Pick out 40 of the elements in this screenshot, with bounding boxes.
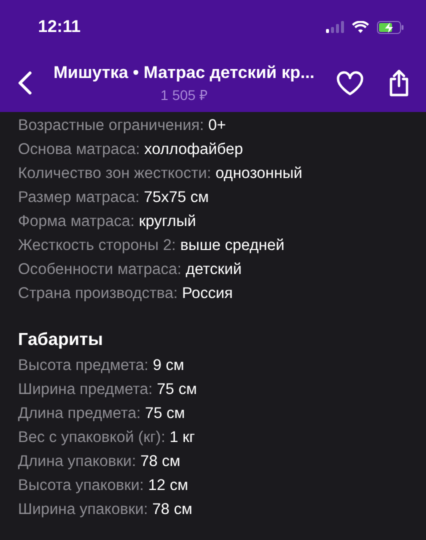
spec-label: Размер матраса: <box>18 189 140 206</box>
spec-label: Ширина предмета: <box>18 381 153 398</box>
spec-value: Россия <box>182 285 233 302</box>
wifi-icon <box>352 21 369 33</box>
spec-label: Количество зон жесткости: <box>18 165 212 182</box>
spec-label: Основа матраса: <box>18 141 140 158</box>
signal-icon <box>326 21 344 33</box>
spec-value: 78 см <box>152 501 192 518</box>
spec-label: Высота предмета: <box>18 357 148 374</box>
spec-label: Особенности матраса: <box>18 261 182 278</box>
spec-value: 78 см <box>140 453 180 470</box>
section-title: Габариты <box>18 328 104 351</box>
share-icon <box>388 69 410 97</box>
status-time: 12:11 <box>38 16 81 38</box>
spec-label: Длина предмета: <box>18 405 141 422</box>
heart-icon <box>336 70 364 96</box>
spec-value: 12 см <box>148 477 188 494</box>
spec-label: Высота упаковки: <box>18 477 144 494</box>
spec-value: 75 см <box>156 381 197 398</box>
spec-label: Ширина упаковки: <box>18 501 148 518</box>
spec-value: холлофайбер <box>144 141 243 158</box>
spec-value: выше средней <box>180 237 284 254</box>
spec-value: 75x75 см <box>144 189 209 206</box>
spec-value: однозонный <box>216 165 302 182</box>
spec-label: Форма матраса: <box>18 213 135 230</box>
battery-charging-icon <box>377 20 404 34</box>
spec-value: 75 см <box>144 405 185 422</box>
spec-label: Вес с упаковкой (кг): <box>18 429 166 446</box>
listing-title: Мишутка • Матрас детский кр... <box>52 62 316 84</box>
spec-value: 0+ <box>208 117 226 134</box>
spec-label: Возрастные ограничения: <box>18 117 204 134</box>
back-icon <box>18 71 32 95</box>
spec-label: Страна производства: <box>18 285 178 302</box>
spec-label: Жесткость стороны 2: <box>18 237 176 254</box>
spec-value: круглый <box>138 213 196 230</box>
listing-price: 1 505 ₽ <box>160 86 208 106</box>
spec-value: 9 см <box>152 357 184 374</box>
spec-value: 1 кг <box>170 429 195 446</box>
spec-value: детский <box>186 261 242 278</box>
spec-label: Длина упаковки: <box>18 453 136 470</box>
